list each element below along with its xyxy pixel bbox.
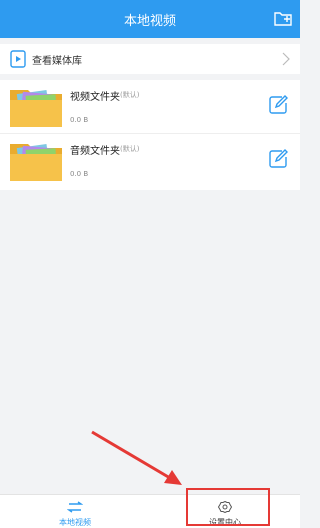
edit-icon[interactable] xyxy=(268,149,288,169)
folder-default-tag: (默认) xyxy=(120,91,140,99)
folder-icon xyxy=(10,144,62,181)
gear-icon xyxy=(217,501,233,513)
media-library-icon xyxy=(10,50,26,68)
tab-label: 本地视频 xyxy=(59,518,91,527)
folder-row-video[interactable]: 视频文件夹 (默认) 0.0 B xyxy=(0,80,300,134)
tab-local-video[interactable]: 本地视频 xyxy=(0,495,150,528)
folder-row-audio[interactable]: 音频文件夹 (默认) 0.0 B xyxy=(0,134,300,188)
new-folder-icon[interactable] xyxy=(274,10,292,26)
chevron-right-icon xyxy=(282,52,290,66)
tab-settings[interactable]: 设置中心 xyxy=(150,495,300,528)
folder-name: 音频文件夹 xyxy=(70,146,120,157)
tab-label: 设置中心 xyxy=(209,518,241,527)
folder-list: 视频文件夹 (默认) 0.0 B 音频文件夹 (默认) 0.0 B xyxy=(0,80,300,190)
folder-icon xyxy=(10,90,62,127)
app-header: 本地视频 xyxy=(0,0,300,38)
folder-size: 0.0 B xyxy=(70,116,89,124)
folder-name: 视频文件夹 xyxy=(70,92,120,103)
media-library-row[interactable]: 查看媒体库 xyxy=(0,44,300,74)
folder-default-tag: (默认) xyxy=(120,145,140,153)
edit-icon[interactable] xyxy=(268,95,288,115)
page-title: 本地视频 xyxy=(123,13,176,29)
media-library-label: 查看媒体库 xyxy=(32,56,82,67)
swap-icon xyxy=(67,501,83,513)
bottom-tab-bar: 本地视频 设置中心 xyxy=(0,494,300,528)
folder-size: 0.0 B xyxy=(70,170,89,178)
